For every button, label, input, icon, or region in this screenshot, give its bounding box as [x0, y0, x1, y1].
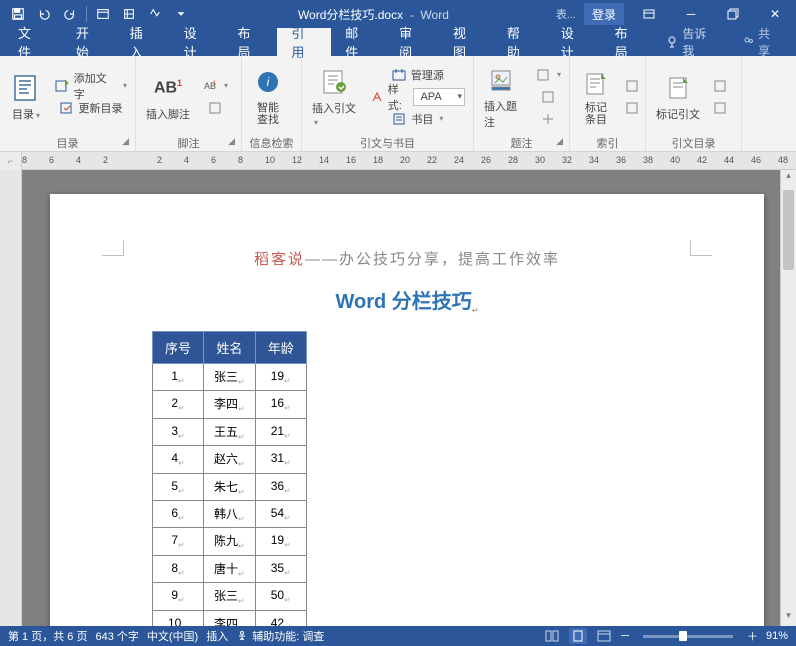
status-mode[interactable]: 插入 [206, 628, 228, 644]
status-accessibility[interactable]: 辅助功能: 调查 [236, 628, 324, 644]
share-button[interactable]: 共享 [728, 25, 796, 59]
view-print-icon[interactable] [569, 628, 587, 644]
bibliography-button[interactable]: 书目▾ [366, 108, 469, 130]
tab-table-layout[interactable]: 布局 [601, 28, 655, 56]
smart-lookup-button[interactable]: i 智能 查找 [246, 66, 290, 128]
toa-opt2[interactable] [708, 97, 732, 119]
table-row[interactable]: 1↵张三↵19↵ [153, 364, 307, 391]
close-icon[interactable]: ✕ [754, 0, 796, 28]
tab-layout[interactable]: 布局 [224, 28, 278, 56]
mark-citation-button[interactable]: 标记引文 [650, 70, 706, 124]
view-read-icon[interactable] [543, 628, 561, 644]
manage-sources-button[interactable]: 管理源 [366, 64, 469, 86]
table-header: 姓名 [204, 332, 256, 364]
table-row[interactable]: 9↵张三↵50↵ [153, 583, 307, 610]
vertical-scrollbar[interactable]: ▴ ▾ [780, 170, 796, 626]
zoom-out-icon[interactable]: ─ [621, 630, 629, 642]
footnote-next-button[interactable]: AB1▾ [198, 75, 232, 97]
group-index: 索引 [574, 135, 641, 151]
group-lookup: 信息检索 [246, 135, 297, 151]
caption-opt3[interactable] [531, 108, 565, 130]
status-lang[interactable]: 中文(中国) [147, 628, 198, 644]
page-header: 稻客说——办公技巧分享，提高工作效率 [94, 230, 720, 277]
scroll-thumb [783, 190, 794, 270]
svg-text:1: 1 [213, 81, 217, 87]
tab-review[interactable]: 审阅 [385, 28, 439, 56]
status-words[interactable]: 643 个字 [95, 628, 138, 644]
index-opt2[interactable] [620, 97, 644, 119]
view-web-icon[interactable] [595, 628, 613, 644]
caption-opt2[interactable] [531, 86, 565, 108]
footnote-show-button[interactable] [198, 97, 232, 119]
status-page[interactable]: 第 1 页，共 6 页 [8, 628, 87, 644]
window-title: Word分栏技巧.docx - Word [199, 6, 548, 23]
data-table[interactable]: 序号姓名年龄 1↵张三↵19↵2↵李四↵16↵3↵王五↵21↵4↵赵六↵31↵5… [152, 331, 307, 626]
svg-text:i: i [267, 75, 270, 89]
table-row[interactable]: 3↵王五↵21↵ [153, 418, 307, 445]
table-row[interactable]: 10↵李四↵42↵ [153, 610, 307, 626]
table-header: 年龄 [255, 332, 306, 364]
table-row[interactable]: 2↵李四↵16↵ [153, 391, 307, 418]
index-opt1[interactable] [620, 75, 644, 97]
scroll-down-icon: ▾ [781, 610, 796, 626]
tab-home[interactable]: 开始 [62, 28, 116, 56]
group-footnote: 脚注 [178, 138, 200, 150]
caption-opt1[interactable]: ▾ [531, 64, 565, 86]
group-citations: 引文与书目 [306, 135, 469, 151]
table-row[interactable]: 7↵陈九↵19↵ [153, 528, 307, 555]
toc-launcher-icon[interactable]: ◢ [122, 136, 129, 147]
tab-help[interactable]: 帮助 [493, 28, 547, 56]
vertical-ruler[interactable] [0, 170, 22, 626]
zoom-level[interactable]: 91% [766, 630, 788, 642]
table-header: 序号 [153, 332, 204, 364]
tab-references[interactable]: 引用 [277, 28, 331, 56]
zoom-in-icon[interactable]: ＋ [747, 628, 758, 644]
add-text-button[interactable]: 添加文字▾ [50, 75, 131, 97]
toa-opt1[interactable] [708, 75, 732, 97]
table-row[interactable]: 8↵唐十↵35↵ [153, 555, 307, 582]
group-toa: 引文目录 [650, 135, 737, 151]
tab-table-design[interactable]: 设计 [547, 28, 601, 56]
page: 稻客说——办公技巧分享，提高工作效率 Word 分栏技巧↵ 序号姓名年龄 1↵张… [50, 194, 764, 626]
tab-design[interactable]: 设计 [170, 28, 224, 56]
horizontal-ruler[interactable]: 8642246810121416182022242628303234363840… [22, 152, 796, 169]
doc-title: Word 分栏技巧↵ [94, 277, 720, 331]
tab-mailings[interactable]: 邮件 [331, 28, 385, 56]
minimize-icon[interactable]: ─ [670, 0, 712, 28]
login-button[interactable]: 登录 [584, 3, 624, 25]
footnote-launcher-icon[interactable]: ◢ [228, 136, 235, 147]
restore-icon[interactable] [712, 0, 754, 28]
citation-style[interactable]: 样式:APA [366, 86, 469, 108]
insert-citation-button[interactable]: 插入引文▾ [306, 64, 364, 130]
tab-file[interactable]: 文件 [0, 28, 62, 56]
table-row[interactable]: 5↵朱七↵36↵ [153, 473, 307, 500]
table-row[interactable]: 4↵赵六↵31↵ [153, 446, 307, 473]
tab-view[interactable]: 视图 [439, 28, 493, 56]
insert-caption-button[interactable]: 插入题注 [478, 62, 529, 132]
document-canvas[interactable]: 稻客说——办公技巧分享，提高工作效率 Word 分栏技巧↵ 序号姓名年龄 1↵张… [22, 170, 796, 626]
table-row[interactable]: 6↵韩八↵54↵ [153, 500, 307, 527]
toc-button[interactable]: 目录▾ [4, 70, 48, 124]
tell-me[interactable]: 告诉我 [655, 25, 729, 59]
ruler-corner[interactable]: ⌐ [0, 152, 22, 170]
update-toc-button[interactable]: 更新目录 [50, 97, 131, 119]
tab-insert[interactable]: 插入 [116, 28, 170, 56]
zoom-slider[interactable] [643, 635, 733, 638]
insert-footnote-button[interactable]: AB1 插入脚注 [140, 70, 196, 124]
scroll-up-icon: ▴ [781, 170, 796, 186]
citation-style-combo: APA [413, 88, 465, 106]
group-toc: 目录 [57, 138, 79, 150]
table-tools-label: 表... [548, 3, 584, 25]
caption-launcher-icon[interactable]: ◢ [556, 136, 563, 147]
mark-index-button[interactable]: 标记 条目 [574, 66, 618, 128]
group-caption: 题注 [511, 138, 533, 150]
